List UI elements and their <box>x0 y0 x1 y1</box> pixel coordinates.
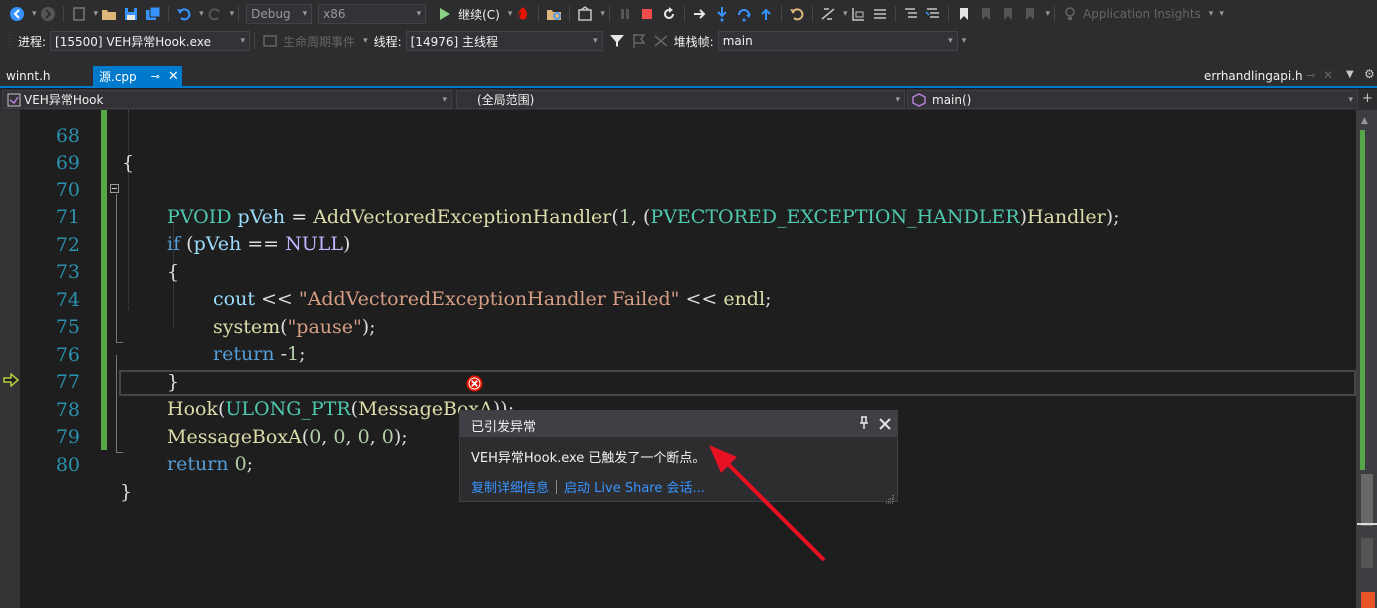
change-marker-strip <box>1360 130 1365 470</box>
scrollbar-thumb[interactable] <box>1361 474 1373 526</box>
scrollbar-track-marker <box>1361 538 1373 568</box>
annotation-arrow <box>709 445 826 562</box>
scroll-up-icon[interactable]: ▲ <box>1361 116 1368 126</box>
vertical-scrollbar[interactable]: ▲ <box>1356 110 1377 608</box>
caret-position-marker <box>1357 523 1377 525</box>
extension-badge-icon <box>1361 592 1375 608</box>
